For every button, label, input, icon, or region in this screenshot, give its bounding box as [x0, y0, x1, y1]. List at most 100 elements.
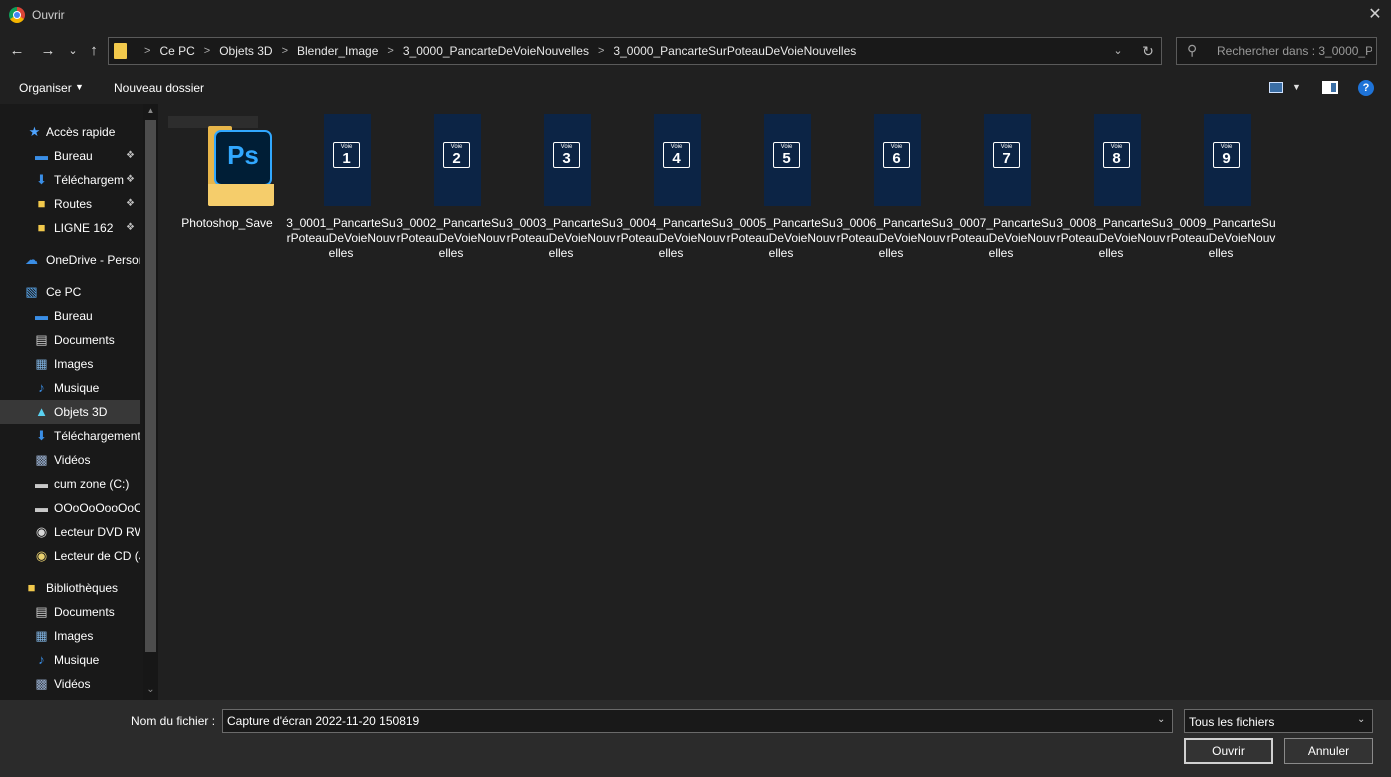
- new-folder-button[interactable]: Nouveau dossier: [114, 81, 204, 95]
- file-item[interactable]: Voie 2 3_0002_PancarteSurPoteauDeVoieNou…: [396, 112, 506, 262]
- chevron-right-icon[interactable]: >: [282, 45, 288, 57]
- sidebar-item-label: Téléchargements: [54, 173, 124, 187]
- chevron-down-icon[interactable]: ⌄: [1357, 714, 1365, 725]
- open-button[interactable]: Ouvrir: [1184, 738, 1273, 764]
- recent-locations-button[interactable]: ⌄: [62, 39, 84, 63]
- file-item[interactable]: Voie 4 3_0004_PancarteSurPoteauDeVoieNou…: [616, 112, 726, 262]
- sidebar-item-3d-objects[interactable]: ▲ Objets 3D: [0, 400, 140, 424]
- breadcrumb-item[interactable]: Ce PC: [159, 44, 194, 58]
- sign-number: 5: [782, 150, 791, 167]
- back-button[interactable]: ←: [6, 39, 28, 63]
- file-item[interactable]: Voie 8 3_0008_PancarteSurPoteauDeVoieNou…: [1056, 112, 1166, 262]
- chevron-right-icon[interactable]: >: [598, 45, 604, 57]
- address-bar[interactable]: > Ce PC > Objets 3D > Blender_Image > 3_…: [108, 37, 1162, 65]
- chevron-down-icon[interactable]: ⌄: [1157, 714, 1165, 725]
- chrome-icon: [9, 7, 25, 23]
- chevron-right-icon[interactable]: >: [204, 45, 210, 57]
- sidebar-item-images[interactable]: ▦ Images: [0, 624, 140, 648]
- file-name: 3_0006_PancarteSurPoteauDeVoieNouvelles: [836, 216, 946, 260]
- sidebar-item-drive[interactable]: ▬ OOoOoOooOoO: [0, 496, 140, 520]
- image-thumbnail: Voie 5: [764, 114, 811, 206]
- computer-icon: ▧: [25, 284, 38, 299]
- images-icon: ▦: [35, 356, 48, 371]
- file-item[interactable]: Voie 7 3_0007_PancarteSurPoteauDeVoieNou…: [946, 112, 1056, 262]
- sidebar-scrollbar[interactable]: ▲ ⌄: [143, 104, 158, 700]
- file-name: 3_0004_PancarteSurPoteauDeVoieNouvelles: [616, 216, 726, 260]
- sidebar-item-drive-c[interactable]: ▬ cum zone (C:): [0, 472, 140, 496]
- sign-number: 1: [342, 150, 351, 167]
- file-item[interactable]: Voie 9 3_0009_PancarteSurPoteauDeVoieNou…: [1166, 112, 1276, 262]
- search-box[interactable]: ⚲: [1176, 37, 1377, 65]
- download-icon: ⬇: [36, 172, 47, 187]
- sidebar-item-bureau[interactable]: ▬ Bureau: [0, 304, 140, 328]
- chevron-down-icon[interactable]: ⌄: [1109, 42, 1127, 60]
- file-item[interactable]: Voie 5 3_0005_PancarteSurPoteauDeVoieNou…: [726, 112, 836, 262]
- filename-combobox[interactable]: ⌄: [222, 709, 1173, 733]
- preview-pane-icon[interactable]: [1322, 81, 1338, 94]
- refresh-icon[interactable]: ↻: [1139, 42, 1157, 60]
- sign-number: 9: [1222, 150, 1231, 167]
- sidebar-item-libraries[interactable]: ■ Bibliothèques: [0, 576, 140, 600]
- cube-icon: ▲: [35, 404, 48, 419]
- caret-down-icon[interactable]: ▼: [75, 82, 84, 92]
- sidebar-item-ligne-162[interactable]: ■ LIGNE 162 ❖: [0, 216, 140, 240]
- sidebar-item-label: Objets 3D: [54, 405, 108, 419]
- sidebar-item-music[interactable]: ♪ Musique: [0, 648, 140, 672]
- filetype-select[interactable]: Tous les fichiers ⌄: [1184, 709, 1373, 733]
- scroll-thumb[interactable]: [145, 120, 156, 652]
- sidebar-item-dvd[interactable]: ◉ Lecteur DVD RW: [0, 520, 140, 544]
- sidebar-item-routes[interactable]: ■ Routes ❖: [0, 192, 140, 216]
- chevron-right-icon[interactable]: >: [387, 45, 393, 57]
- sidebar-item-label: Images: [54, 629, 94, 643]
- organize-button[interactable]: Organiser: [19, 81, 72, 95]
- close-button[interactable]: ✕: [1360, 2, 1390, 28]
- caret-down-icon[interactable]: ▼: [1292, 82, 1301, 92]
- sidebar-item-label: Lecteur de CD (J:): [54, 549, 140, 563]
- sidebar-item-label: Vidéos: [54, 677, 91, 691]
- file-item[interactable]: Ps Photoshop_Save: [172, 112, 282, 262]
- search-input[interactable]: [1207, 38, 1372, 64]
- sidebar-item-quick-access[interactable]: ★ Accès rapide: [0, 120, 140, 144]
- track-sign-icon: Voie 8: [1103, 142, 1130, 168]
- sidebar-item-documents[interactable]: ▤ Documents: [0, 600, 140, 624]
- scroll-up-icon[interactable]: ▲: [145, 106, 156, 115]
- dvd-icon: ◉: [35, 524, 48, 539]
- file-item[interactable]: Voie 3 3_0003_PancarteSurPoteauDeVoieNou…: [506, 112, 616, 262]
- sidebar-item-videos[interactable]: ▩ Vidéos: [0, 448, 140, 472]
- sidebar-item-images[interactable]: ▦ Images: [0, 352, 140, 376]
- sign-number: 7: [1002, 150, 1011, 167]
- file-item[interactable]: Voie 6 3_0006_PancarteSurPoteauDeVoieNou…: [836, 112, 946, 262]
- sidebar-item-this-pc[interactable]: ▧ Ce PC: [0, 280, 140, 304]
- filetype-value: Tous les fichiers: [1189, 715, 1275, 729]
- sidebar-item-downloads[interactable]: ⬇ Téléchargements: [0, 424, 140, 448]
- sidebar-item-videos[interactable]: ▩ Vidéos: [0, 672, 140, 696]
- sidebar-item-bureau[interactable]: ▬ Bureau ❖: [0, 144, 140, 168]
- up-button[interactable]: ↑: [83, 39, 105, 63]
- sidebar-item-onedrive[interactable]: ☁ OneDrive - Personnel: [0, 248, 140, 272]
- search-icon: ⚲: [1187, 42, 1198, 58]
- sidebar-item-music[interactable]: ♪ Musique: [0, 376, 140, 400]
- cancel-button[interactable]: Annuler: [1284, 738, 1373, 764]
- change-view-icon[interactable]: [1269, 82, 1283, 93]
- cloud-icon: ☁: [25, 252, 38, 267]
- sidebar-item-documents[interactable]: ▤ Documents: [0, 328, 140, 352]
- file-item[interactable]: Voie 1 3_0001_PancarteSurPoteauDeVoieNou…: [286, 112, 396, 262]
- breadcrumb-item[interactable]: 3_0000_PancarteSurPoteauDeVoieNouvelles: [613, 44, 856, 58]
- scroll-down-icon[interactable]: ⌄: [145, 684, 156, 695]
- breadcrumb-item[interactable]: 3_0000_PancarteDeVoieNouvelles: [403, 44, 589, 58]
- file-list: Ps Photoshop_Save Voie 1 3_0001_Pancarte…: [160, 104, 1391, 700]
- desktop-icon: ▬: [35, 308, 48, 323]
- sidebar-item-cd[interactable]: ◉ Lecteur de CD (J:): [0, 544, 140, 568]
- help-icon[interactable]: ?: [1358, 80, 1374, 96]
- forward-button[interactable]: →: [37, 39, 59, 63]
- image-thumbnail: Voie 9: [1204, 114, 1251, 206]
- breadcrumb-item[interactable]: Objets 3D: [219, 44, 272, 58]
- chevron-right-icon[interactable]: >: [144, 45, 150, 57]
- filename-input[interactable]: [227, 710, 1147, 732]
- sidebar-item-label: Bureau: [54, 149, 93, 163]
- sidebar-item-downloads[interactable]: ⬇ Téléchargements ❖: [0, 168, 140, 192]
- track-sign-icon: Voie 2: [443, 142, 470, 168]
- breadcrumb: > Ce PC > Objets 3D > Blender_Image > 3_…: [135, 38, 856, 64]
- breadcrumb-item[interactable]: Blender_Image: [297, 44, 378, 58]
- command-bar: Organiser ▼ Nouveau dossier ▼ ?: [0, 74, 1391, 102]
